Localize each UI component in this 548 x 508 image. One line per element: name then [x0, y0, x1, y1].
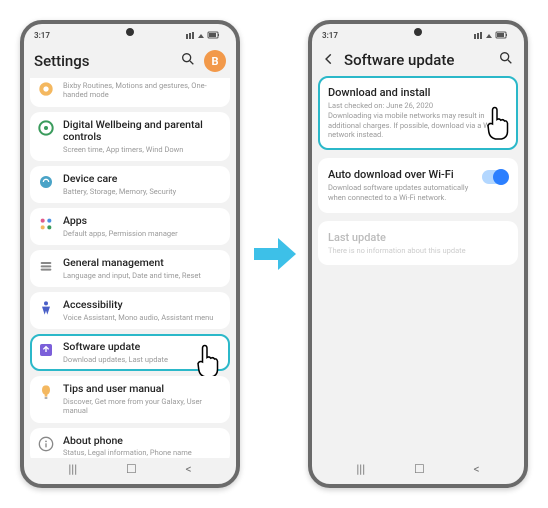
- settings-list: Bixby Routines, Motions and gestures, On…: [24, 78, 236, 458]
- item-sub: Last checked on: June 26, 2020 Downloadi…: [328, 101, 508, 140]
- page-title: Settings: [34, 52, 180, 70]
- item-sub: Discover, Get more from your Galaxy, Use…: [63, 397, 222, 416]
- nav-home[interactable]: ☐: [414, 462, 425, 476]
- nav-home[interactable]: ☐: [126, 462, 137, 476]
- camera-notch: [126, 28, 134, 36]
- item-title: Last update: [328, 231, 508, 244]
- settings-item-device-care[interactable]: Device careBattery, Storage, Memory, Sec…: [30, 166, 230, 203]
- search-icon[interactable]: [180, 51, 196, 71]
- page-title: Software update: [344, 51, 498, 69]
- settings-item-tips[interactable]: Tips and user manualDiscover, Get more f…: [30, 376, 230, 422]
- item-sub: Voice Assistant, Mono audio, Assistant m…: [63, 313, 222, 322]
- settings-item-general[interactable]: General managementLanguage and input, Da…: [30, 250, 230, 287]
- settings-item-accessibility[interactable]: AccessibilityVoice Assistant, Mono audio…: [30, 292, 230, 329]
- status-icons: [474, 31, 514, 40]
- item-sub: Bixby Routines, Motions and gestures, On…: [63, 81, 222, 100]
- update-list: Download and install Last checked on: Ju…: [312, 76, 524, 456]
- transition-arrow-icon: [250, 230, 298, 278]
- item-sub: Default apps, Permission manager: [63, 229, 222, 238]
- item-sub: Download software updates automatically …: [328, 183, 508, 203]
- status-time: 3:17: [34, 31, 50, 40]
- auto-download-item[interactable]: Auto download over Wi-Fi Download softwa…: [318, 158, 518, 213]
- settings-item-software-update[interactable]: Software updateDownload updates, Last up…: [30, 334, 230, 371]
- apps-icon: [38, 216, 54, 232]
- wellbeing-icon: [38, 120, 54, 136]
- settings-item-bixby[interactable]: Bixby Routines, Motions and gestures, On…: [30, 78, 230, 107]
- phone-software-update: 3:17 Software update Download and instal…: [308, 20, 528, 488]
- nav-back[interactable]: <: [473, 462, 479, 476]
- nav-bar: ||| ☐ <: [24, 458, 236, 480]
- item-title: Apps: [63, 215, 222, 228]
- auto-download-toggle[interactable]: [482, 170, 508, 184]
- tips-icon: [38, 384, 54, 400]
- item-title: Software update: [63, 341, 222, 354]
- header: Settings B: [24, 44, 236, 78]
- status-time: 3:17: [322, 31, 338, 40]
- camera-notch: [414, 28, 422, 36]
- accessibility-icon: [38, 300, 54, 316]
- about-icon: [38, 436, 54, 452]
- nav-bar: ||| ☐ <: [312, 458, 524, 480]
- back-icon[interactable]: [322, 51, 336, 70]
- header: Software update: [312, 44, 524, 76]
- nav-recent[interactable]: |||: [356, 462, 365, 476]
- settings-item-wellbeing[interactable]: Digital Wellbeing and parental controlsS…: [30, 112, 230, 162]
- status-icons: [186, 31, 226, 40]
- item-title: Download and install: [328, 86, 508, 99]
- device-care-icon: [38, 174, 54, 190]
- settings-item-about[interactable]: About phoneStatus, Legal information, Ph…: [30, 428, 230, 459]
- item-sub: Screen time, App timers, Wind Down: [63, 145, 222, 154]
- search-icon[interactable]: [498, 50, 514, 70]
- item-sub: Language and input, Date and time, Reset: [63, 271, 222, 280]
- item-title: Accessibility: [63, 299, 222, 312]
- general-icon: [38, 258, 54, 274]
- nav-back[interactable]: <: [185, 462, 191, 476]
- item-sub: Download updates, Last update: [63, 355, 222, 364]
- download-install-item[interactable]: Download and install Last checked on: Ju…: [318, 76, 518, 150]
- item-title: Auto download over Wi-Fi: [328, 168, 508, 181]
- settings-item-apps[interactable]: AppsDefault apps, Permission manager: [30, 208, 230, 245]
- item-title: About phone: [63, 435, 222, 448]
- nav-recent[interactable]: |||: [68, 462, 77, 476]
- last-update-item: Last update There is no information abou…: [318, 221, 518, 266]
- item-sub: Status, Legal information, Phone name: [63, 448, 222, 457]
- phone-settings: 3:17 Settings B Bixby Routines, Motions …: [20, 20, 240, 488]
- item-title: Digital Wellbeing and parental controls: [63, 119, 222, 144]
- item-title: Tips and user manual: [63, 383, 222, 396]
- item-title: Device care: [63, 173, 222, 186]
- bixby-icon: [38, 81, 54, 97]
- software-update-icon: [38, 342, 54, 358]
- item-sub: There is no information about this updat…: [328, 246, 508, 256]
- avatar[interactable]: B: [204, 50, 226, 72]
- item-sub: Battery, Storage, Memory, Security: [63, 187, 222, 196]
- item-title: General management: [63, 257, 222, 270]
